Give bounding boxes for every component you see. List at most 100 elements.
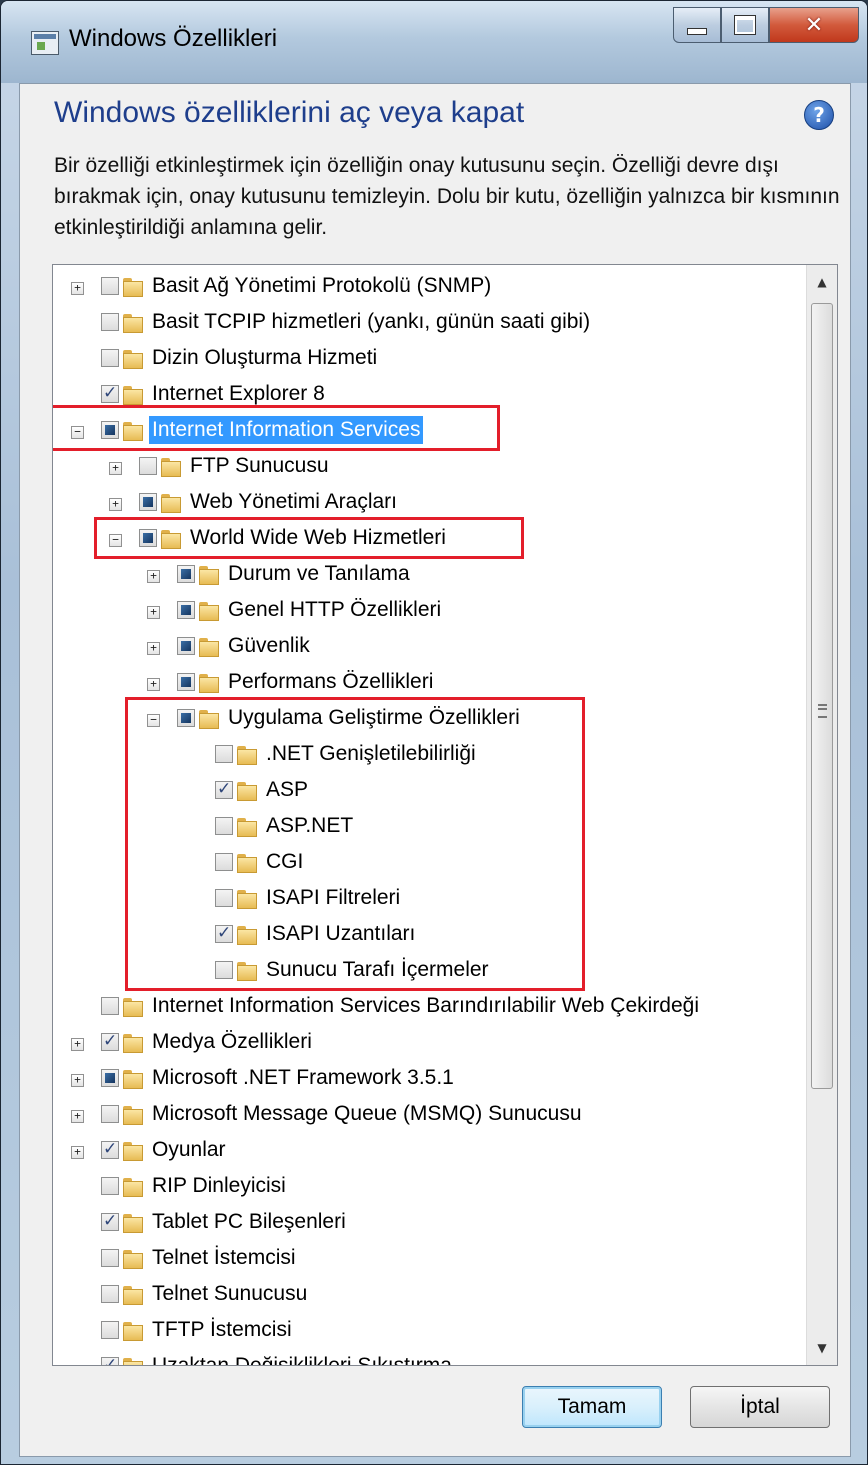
- tree-item[interactable]: + Web Yönetimi Araçları: [53, 485, 805, 521]
- tree-item[interactable]: RIP Dinleyicisi: [53, 1169, 805, 1205]
- features-tree[interactable]: + Basit Ağ Yönetimi Protokolü (SNMP) Basit…: [52, 264, 838, 1366]
- folder-icon: [123, 1283, 145, 1305]
- tree-item[interactable]: + Medya Özellikleri: [53, 1025, 805, 1061]
- feature-checkbox[interactable]: [177, 601, 195, 619]
- tree-item[interactable]: + Basit Ağ Yönetimi Protokolü (SNMP): [53, 269, 805, 305]
- feature-checkbox[interactable]: [101, 1177, 119, 1195]
- feature-checkbox[interactable]: [101, 383, 119, 403]
- feature-checkbox[interactable]: [101, 349, 119, 367]
- help-icon[interactable]: ?: [804, 100, 834, 130]
- tree-item-label[interactable]: Internet Explorer 8: [149, 380, 328, 408]
- scroll-down-button[interactable]: ▼: [807, 1333, 837, 1363]
- expand-icon[interactable]: +: [109, 462, 122, 475]
- tree-item-label[interactable]: Basit TCPIP hizmetleri (yankı, günün saa…: [149, 308, 593, 336]
- scroll-up-button[interactable]: ▲: [807, 267, 837, 297]
- tree-item[interactable]: + Genel HTTP Özellikleri: [53, 593, 805, 629]
- feature-checkbox[interactable]: [101, 1355, 119, 1365]
- tree-item-label[interactable]: Telnet Sunucusu: [149, 1280, 310, 1308]
- expand-icon[interactable]: +: [71, 1110, 84, 1123]
- tree-item-label[interactable]: Oyunlar: [149, 1136, 229, 1164]
- tree-item[interactable]: Basit TCPIP hizmetleri (yankı, günün saa…: [53, 305, 805, 341]
- minimize-button[interactable]: [673, 7, 721, 43]
- feature-checkbox[interactable]: [101, 1105, 119, 1123]
- tree-item[interactable]: Telnet İstemcisi: [53, 1241, 805, 1277]
- folder-icon: [123, 995, 145, 1017]
- ok-button[interactable]: Tamam: [522, 1386, 662, 1428]
- expand-icon[interactable]: +: [71, 1074, 84, 1087]
- expand-icon[interactable]: +: [109, 498, 122, 511]
- tree-item-label[interactable]: Tablet PC Bileşenleri: [149, 1208, 349, 1236]
- tree-item[interactable]: + FTP Sunucusu: [53, 449, 805, 485]
- tree-item-label[interactable]: TFTP İstemcisi: [149, 1316, 295, 1344]
- tree-item-label[interactable]: Genel HTTP Özellikleri: [225, 596, 444, 624]
- tree-item[interactable]: Tablet PC Bileşenleri: [53, 1205, 805, 1241]
- expand-icon[interactable]: +: [71, 1146, 84, 1159]
- feature-checkbox[interactable]: [101, 1031, 119, 1051]
- folder-icon: [199, 563, 221, 585]
- dialog-description: Bir özelliği etkinleştirmek için özelliğ…: [54, 154, 840, 239]
- feature-checkbox[interactable]: [101, 277, 119, 295]
- tree-item-label[interactable]: Dizin Oluşturma Hizmeti: [149, 344, 380, 372]
- folder-icon: [199, 671, 221, 693]
- folder-icon: [123, 347, 145, 369]
- tree-item-label[interactable]: Uzaktan Değişiklikleri Sıkıştırma: [149, 1352, 455, 1365]
- feature-checkbox[interactable]: [139, 457, 157, 475]
- feature-checkbox[interactable]: [101, 1069, 119, 1087]
- tree-item-label[interactable]: Telnet İstemcisi: [149, 1244, 299, 1272]
- tree-item[interactable]: Telnet Sunucusu: [53, 1277, 805, 1313]
- feature-checkbox[interactable]: [177, 673, 195, 691]
- feature-checkbox[interactable]: [101, 1285, 119, 1303]
- tree-item[interactable]: Internet Information Services Barındırıl…: [53, 989, 805, 1025]
- tree-item-label[interactable]: Güvenlik: [225, 632, 313, 660]
- feature-checkbox[interactable]: [101, 997, 119, 1015]
- expand-icon[interactable]: +: [147, 570, 160, 583]
- close-button[interactable]: ✕: [769, 7, 859, 43]
- tree-item[interactable]: Dizin Oluşturma Hizmeti: [53, 341, 805, 377]
- feature-checkbox[interactable]: [101, 1139, 119, 1159]
- maximize-icon: [734, 15, 756, 35]
- tree-item-label[interactable]: Performans Özellikleri: [225, 668, 436, 696]
- tree-item-label[interactable]: Web Yönetimi Araçları: [187, 488, 400, 516]
- tree-item[interactable]: TFTP İstemcisi: [53, 1313, 805, 1349]
- tree-item-label[interactable]: Microsoft Message Queue (MSMQ) Sunucusu: [149, 1100, 585, 1128]
- maximize-button[interactable]: [721, 7, 769, 43]
- tree-item[interactable]: + Oyunlar: [53, 1133, 805, 1169]
- folder-icon: [123, 1139, 145, 1161]
- highlight-box-www: [94, 517, 524, 559]
- tree-item[interactable]: + Microsoft Message Queue (MSMQ) Sunucusu: [53, 1097, 805, 1133]
- tree-item[interactable]: Uzaktan Değişiklikleri Sıkıştırma: [53, 1349, 805, 1365]
- scroll-thumb[interactable]: [811, 303, 833, 1089]
- tree-item-label[interactable]: Basit Ağ Yönetimi Protokolü (SNMP): [149, 272, 494, 300]
- scroll-up-icon: ▲: [817, 275, 827, 289]
- folder-icon: [123, 1031, 145, 1053]
- tree-item-label[interactable]: FTP Sunucusu: [187, 452, 332, 480]
- feature-checkbox[interactable]: [101, 313, 119, 331]
- scroll-down-icon: ▼: [817, 1341, 827, 1355]
- expand-icon[interactable]: +: [71, 282, 84, 295]
- feature-checkbox[interactable]: [177, 565, 195, 583]
- expand-icon[interactable]: +: [71, 1038, 84, 1051]
- feature-checkbox[interactable]: [101, 1211, 119, 1231]
- feature-checkbox[interactable]: [139, 493, 157, 511]
- tree-item[interactable]: + Microsoft .NET Framework 3.5.1: [53, 1061, 805, 1097]
- folder-icon: [123, 311, 145, 333]
- tree-item-label[interactable]: RIP Dinleyicisi: [149, 1172, 289, 1200]
- tree-item-label[interactable]: Internet Information Services Barındırıl…: [149, 992, 702, 1020]
- feature-checkbox[interactable]: [101, 1321, 119, 1339]
- feature-checkbox[interactable]: [177, 637, 195, 655]
- tree-item[interactable]: + Durum ve Tanılama: [53, 557, 805, 593]
- expand-icon[interactable]: +: [147, 678, 160, 691]
- expand-icon[interactable]: +: [147, 606, 160, 619]
- tree-item-label[interactable]: Durum ve Tanılama: [225, 560, 413, 588]
- expand-icon[interactable]: +: [147, 642, 160, 655]
- title-bar[interactable]: Windows Özellikleri ✕: [1, 1, 867, 83]
- tree-scrollbar[interactable]: ▲ ▼: [806, 265, 837, 1365]
- tree-item-label[interactable]: Microsoft .NET Framework 3.5.1: [149, 1064, 457, 1092]
- tree-item[interactable]: + Performans Özellikleri: [53, 665, 805, 701]
- tree-item-label[interactable]: Medya Özellikleri: [149, 1028, 315, 1056]
- folder-icon: [199, 635, 221, 657]
- feature-checkbox[interactable]: [101, 1249, 119, 1267]
- folder-icon: [123, 1247, 145, 1269]
- tree-item[interactable]: + Güvenlik: [53, 629, 805, 665]
- cancel-button[interactable]: İptal: [690, 1386, 830, 1428]
